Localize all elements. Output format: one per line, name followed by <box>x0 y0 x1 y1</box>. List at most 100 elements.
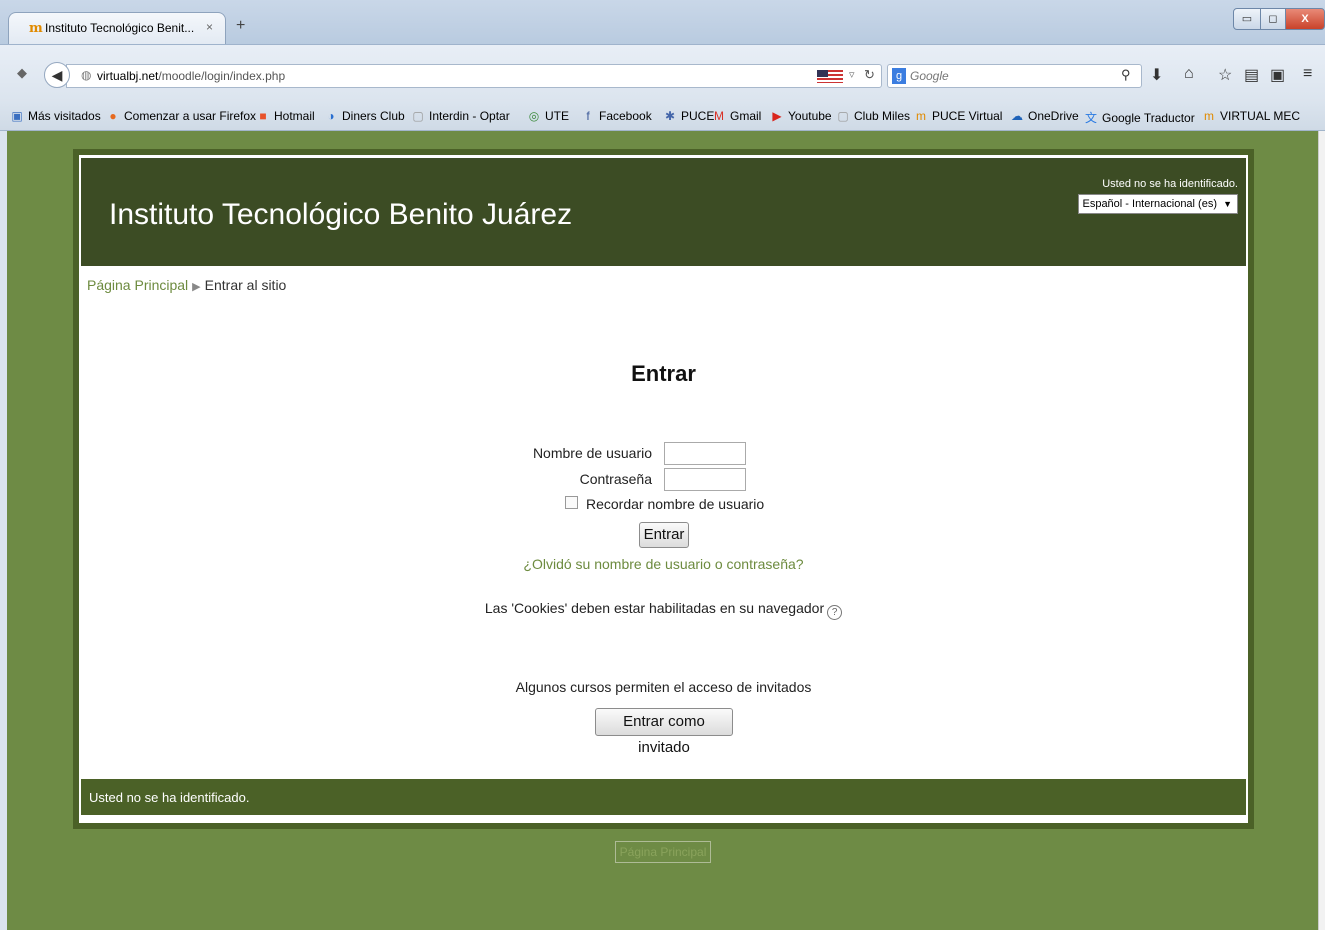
login-button[interactable]: Entrar <box>639 522 689 548</box>
bookmark-label: Comenzar a usar Firefox <box>124 109 257 123</box>
back-button[interactable]: ◀ <box>44 62 70 88</box>
bookmarks-toolbar: ▣ Más visitados ● Comenzar a usar Firefox ■ H… <box>0 102 1325 131</box>
cookies-notice: Las 'Cookies' deben estar habilitadas en… <box>79 600 1248 620</box>
search-icon[interactable]: ⚲ <box>1121 67 1131 83</box>
language-select-value: Español - Internacional (es) <box>1082 198 1217 210</box>
google-search-engine-icon[interactable]: g <box>892 68 906 84</box>
guest-access-notice: Algunos cursos permiten el acceso de inv… <box>515 679 812 695</box>
cookies-notice-text: Las 'Cookies' deben estar habilitadas en… <box>484 600 825 616</box>
bookmark-item[interactable]: m VIRTUAL MEC <box>1202 109 1300 123</box>
download-icon[interactable]: ⬇ <box>1150 65 1163 85</box>
guest-login-button[interactable]: Entrar como invitado <box>595 708 733 756</box>
minimize-window-button[interactable]: ▭ <box>1233 8 1261 30</box>
bookmark-label: Diners Club <box>342 109 405 123</box>
new-tab-button[interactable]: + <box>236 17 245 35</box>
translate-icon: 文 <box>1084 111 1097 125</box>
login-info: Usted no se ha identificado. <box>1102 178 1238 190</box>
reload-icon[interactable]: ↻ <box>864 67 875 83</box>
bookmark-label: Facebook <box>599 109 652 123</box>
remember-username-label: Recordar nombre de usuario <box>586 496 765 512</box>
breadcrumb-separator-icon: ▶ <box>192 281 201 293</box>
home-icon[interactable]: ⌂ <box>1184 65 1194 83</box>
browser-navigation-toolbar: ◆ ◍ virtualbj.net/moodle/login/index.php… <box>0 44 1325 103</box>
bookmark-label: Interdin - Optar <box>429 109 510 123</box>
bookmark-label: Hotmail <box>274 109 315 123</box>
facebook-icon: f <box>586 109 590 123</box>
browser-tab[interactable]: m Instituto Tecnológico Benit... × <box>8 12 226 44</box>
url-domain: virtualbj.net <box>97 69 159 83</box>
close-tab-icon[interactable]: × <box>206 20 213 34</box>
bookmark-label: Google Traductor <box>1102 111 1195 125</box>
diners-icon: ◑ <box>327 109 335 123</box>
tab-title: Instituto Tecnológico Benit... <box>45 21 195 35</box>
bookmark-label: Club Miles <box>854 109 911 123</box>
bookmark-item[interactable]: ● Comenzar a usar Firefox <box>106 109 256 123</box>
globe-icon: ◍ <box>81 68 92 82</box>
bookmark-label: Youtube <box>788 109 832 123</box>
site-title: Instituto Tecnológico Benito Juárez <box>109 198 573 231</box>
menu-icon[interactable]: ≡ <box>1303 65 1312 83</box>
bookmark-label: UTE <box>545 109 569 123</box>
language-select[interactable]: Español - Internacional (es) ▼ <box>1078 194 1238 214</box>
username-label: Nombre de usuario <box>532 445 652 461</box>
bookmark-item[interactable]: ▢ Interdin - Optar <box>411 109 510 123</box>
bookmark-label: Más visitados <box>28 109 101 123</box>
search-placeholder: Google <box>910 69 949 83</box>
bookmark-label: Gmail <box>730 109 762 123</box>
bookmark-item[interactable]: ▶ Youtube <box>770 109 832 123</box>
close-window-button[interactable]: X <box>1285 8 1325 30</box>
password-label: Contraseña <box>579 471 652 487</box>
chevron-down-icon: ▼ <box>1223 199 1232 209</box>
bookmark-star-icon[interactable]: ☆ <box>1218 65 1232 85</box>
remember-username-checkbox[interactable] <box>565 496 578 509</box>
bookmark-item[interactable]: m PUCE Virtual <box>914 109 1002 123</box>
footer-login-info: Usted no se ha identificado. <box>89 790 250 805</box>
page-header: Instituto Tecnológico Benito Juárez Uste… <box>81 158 1246 266</box>
breadcrumb-home-link[interactable]: Página Principal <box>87 277 188 293</box>
gmail-icon: M <box>714 109 724 123</box>
breadcrumb-current: Entrar al sitio <box>204 277 287 293</box>
youtube-icon: ▶ <box>772 109 782 123</box>
bookmark-label: VIRTUAL MEC <box>1220 109 1301 123</box>
us-flag-icon[interactable] <box>817 70 843 83</box>
bookmark-item[interactable]: ▢ Club Miles <box>836 109 910 123</box>
bookmark-item[interactable]: M Gmail <box>712 109 761 123</box>
blank-page-icon: ▢ <box>837 109 849 123</box>
page-viewport: Instituto Tecnológico Benito Juárez Uste… <box>7 131 1318 930</box>
bookmark-label: OneDrive <box>1028 109 1079 123</box>
bookmark-item[interactable]: ■ Hotmail <box>256 109 315 123</box>
address-bar[interactable]: ◍ virtualbj.net/moodle/login/index.php ▿… <box>66 64 882 88</box>
blank-page-icon: ▢ <box>412 109 424 123</box>
pocket-icon[interactable]: ▣ <box>1270 65 1285 85</box>
login-heading: Entrar <box>631 361 696 386</box>
bookmark-item[interactable]: ☁ OneDrive <box>1010 109 1079 123</box>
search-bar[interactable]: g Google ⚲ <box>887 64 1142 88</box>
moodle-icon: m <box>916 109 926 123</box>
username-input[interactable] <box>664 442 746 465</box>
scrollbar[interactable] <box>1318 131 1325 930</box>
ute-icon: ◎ <box>528 109 540 123</box>
bookmark-label: PUCE Virtual <box>932 109 1003 123</box>
bookmark-item[interactable]: ✱ PUCE <box>663 109 714 123</box>
browser-tab-bar: m Instituto Tecnológico Benit... × + ▭ ◻… <box>0 0 1325 44</box>
password-input[interactable] <box>664 468 746 491</box>
bookmark-item[interactable]: f Facebook <box>581 109 652 123</box>
bookmark-item[interactable]: ▣ Más visitados <box>10 109 101 123</box>
help-icon[interactable]: ? <box>827 605 843 620</box>
most-visited-icon: ▣ <box>11 109 23 123</box>
back-arrow-icon: ◀ <box>51 67 63 83</box>
bookmarks-list-icon[interactable]: ▤ <box>1244 65 1259 85</box>
url-text: virtualbj.net/moodle/login/index.php <box>97 69 285 83</box>
maximize-window-button[interactable]: ◻ <box>1260 8 1286 30</box>
home-page-button[interactable]: Página Principal <box>615 841 711 863</box>
history-dropdown-icon[interactable]: ▿ <box>849 68 855 81</box>
onedrive-icon: ☁ <box>1011 109 1023 123</box>
bookmark-item[interactable]: 文 Google Traductor <box>1084 109 1195 126</box>
bookmark-item[interactable]: ◎ UTE <box>527 109 569 123</box>
bookmark-item[interactable]: ◑ Diners Club <box>324 109 405 123</box>
forgot-password-link[interactable]: ¿Olvidó su nombre de usuario o contraseñ… <box>79 556 1248 572</box>
shield-icon[interactable]: ◆ <box>17 65 27 81</box>
moodle-icon: m <box>1204 109 1214 123</box>
moodle-page: Instituto Tecnológico Benito Juárez Uste… <box>73 149 1254 829</box>
firefox-icon: ● <box>109 109 117 123</box>
